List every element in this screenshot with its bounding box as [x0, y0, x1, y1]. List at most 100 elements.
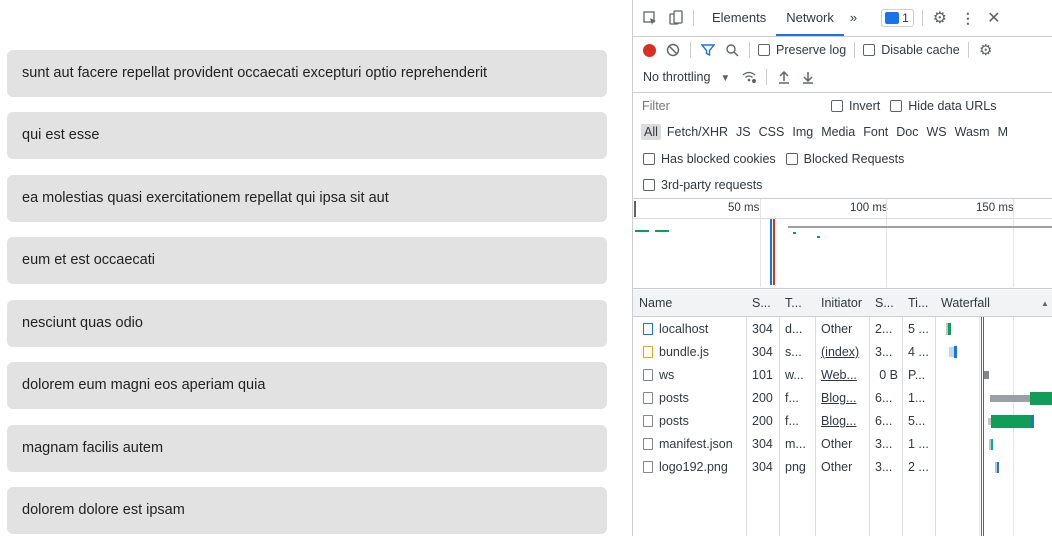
request-initiator: Other [821, 437, 853, 451]
overview-tick-label: 100 ms [850, 202, 888, 214]
post-item[interactable]: eum et est occaecati [7, 237, 607, 284]
close-icon[interactable]: ✕ [985, 9, 1003, 27]
invert-checkbox[interactable]: Invert [831, 99, 880, 113]
table-row[interactable]: posts 200 f... Blog... 6... 5... [633, 410, 1052, 433]
request-initiator-link[interactable]: Web... [815, 364, 869, 387]
overview-bar [817, 236, 820, 238]
post-item[interactable]: ea molestias quasi exercitationem repell… [7, 175, 607, 222]
column-header-initiator[interactable]: Initiator [815, 292, 869, 315]
search-icon[interactable] [723, 41, 741, 59]
sort-ascending-icon: ▲ [1041, 299, 1049, 308]
filter-input[interactable] [633, 94, 817, 117]
overview-bar [635, 230, 649, 232]
filter-icon[interactable] [699, 41, 717, 59]
request-initiator-link[interactable]: Blog... [815, 410, 869, 433]
network-settings-gear-icon[interactable]: ⚙ [977, 41, 995, 59]
post-item[interactable]: nesciunt quas odio [7, 300, 607, 347]
device-toolbar-icon[interactable] [667, 9, 685, 27]
network-conditions-icon[interactable] [740, 68, 758, 86]
third-party-label: 3rd-party requests [661, 178, 763, 192]
post-item[interactable]: dolorem eum magni eos aperiam quia [7, 362, 607, 409]
type-filter[interactable]: M [998, 125, 1008, 139]
column-header-name[interactable]: Name [633, 292, 746, 315]
inspect-element-icon[interactable] [641, 9, 659, 27]
throttling-value: No throttling [643, 70, 711, 84]
export-har-icon[interactable] [799, 68, 817, 86]
disable-cache-checkbox[interactable]: Disable cache [863, 43, 960, 57]
request-size: 3... [875, 437, 893, 451]
record-icon[interactable] [643, 43, 656, 57]
image-file-icon [643, 461, 653, 473]
request-initiator-link[interactable]: (index) [815, 341, 869, 364]
resource-type-filters: All Fetch/XHR JS CSS Img Media Font Doc … [633, 119, 1052, 145]
more-tabs-button[interactable]: » [844, 0, 863, 36]
request-time: 1 ... [908, 437, 929, 451]
column-header-waterfall[interactable]: Waterfall [935, 292, 1035, 315]
type-filter-all[interactable]: All [641, 124, 661, 140]
column-header-size[interactable]: S... [869, 292, 902, 315]
has-blocked-cookies-label: Has blocked cookies [661, 152, 776, 166]
type-filter[interactable]: Doc [896, 125, 918, 139]
network-toolbar: Preserve log Disable cache ⚙ [633, 37, 1052, 63]
file-icon [643, 415, 653, 427]
third-party-filter: 3rd-party requests [633, 172, 1052, 198]
table-row[interactable]: ws 101 w... Web... 0 B P... [633, 364, 1052, 387]
dom-content-loaded-marker [981, 317, 982, 536]
tab-elements[interactable]: Elements [702, 0, 776, 36]
request-type: s... [785, 345, 802, 359]
more-options-icon[interactable]: ⋮ [959, 9, 977, 27]
table-row[interactable]: logo192.png 304 png Other 3... 2 ... [633, 456, 1052, 479]
overview-bar [788, 226, 1052, 228]
has-blocked-cookies-checkbox[interactable]: Has blocked cookies [643, 152, 776, 166]
issues-button[interactable]: 1 [881, 9, 914, 27]
file-icon [643, 392, 653, 404]
throttling-select[interactable]: No throttling ▼ [643, 70, 730, 84]
request-initiator: Other [821, 322, 853, 336]
request-size: 3... [875, 460, 893, 474]
request-status: 200 [752, 414, 773, 428]
type-filter[interactable]: Media [821, 125, 855, 139]
post-item[interactable]: magnam facilis autem [7, 425, 607, 472]
type-filter[interactable]: JS [736, 125, 751, 139]
request-type: d... [785, 322, 803, 336]
post-item[interactable]: sunt aut facere repellat provident occae… [7, 50, 607, 97]
third-party-checkbox[interactable]: 3rd-party requests [643, 178, 762, 192]
column-header-time[interactable]: Ti... [902, 292, 935, 315]
type-filter[interactable]: Wasm [955, 125, 990, 139]
dom-content-loaded-marker [770, 219, 772, 285]
column-header-type[interactable]: T... [779, 292, 815, 315]
table-row[interactable]: posts 200 f... Blog... 6... 1... [633, 387, 1052, 410]
clear-icon[interactable] [664, 41, 682, 59]
post-item[interactable]: qui est esse [7, 112, 607, 159]
divider [921, 10, 923, 26]
settings-gear-icon[interactable]: ⚙ [931, 9, 949, 27]
devtools-panel: Elements Network » 1 ⚙ ⋮ ✕ Preserve log … [632, 0, 1052, 536]
blocked-requests-checkbox[interactable]: Blocked Requests [785, 152, 904, 166]
divider [633, 288, 1052, 289]
request-size: 2... [875, 322, 893, 336]
hide-data-urls-checkbox[interactable]: Hide data URLs [890, 99, 997, 113]
post-item[interactable]: dolorem dolore est ipsam [7, 487, 607, 534]
import-har-icon[interactable] [775, 68, 793, 86]
type-filter[interactable]: Img [792, 125, 813, 139]
type-filter[interactable]: WS [926, 125, 946, 139]
column-header-status[interactable]: S... [746, 292, 779, 315]
overview-tick-label: 150 ms [976, 202, 1014, 214]
grid-line [1013, 199, 1014, 287]
overview-handle[interactable] [634, 201, 636, 217]
type-filter[interactable]: Font [863, 125, 888, 139]
tab-network[interactable]: Network [776, 0, 844, 36]
table-row[interactable]: manifest.json 304 m... Other 3... 1 ... [633, 433, 1052, 456]
type-filter[interactable]: CSS [759, 125, 785, 139]
table-row[interactable]: localhost 304 d... Other 2... 5 ... [633, 318, 1052, 341]
request-time: 2 ... [908, 460, 929, 474]
request-initiator: Other [821, 460, 853, 474]
request-status: 200 [752, 391, 773, 405]
network-overview[interactable]: 50 ms 100 ms 150 ms [633, 199, 1052, 287]
request-initiator-link[interactable]: Blog... [815, 387, 869, 410]
divider [693, 10, 694, 26]
table-row[interactable]: bundle.js 304 s... (index) 3... 4 ... [633, 341, 1052, 364]
preserve-log-checkbox[interactable]: Preserve log [758, 43, 846, 57]
waterfall-bar [1031, 415, 1034, 428]
type-filter[interactable]: Fetch/XHR [667, 125, 728, 139]
